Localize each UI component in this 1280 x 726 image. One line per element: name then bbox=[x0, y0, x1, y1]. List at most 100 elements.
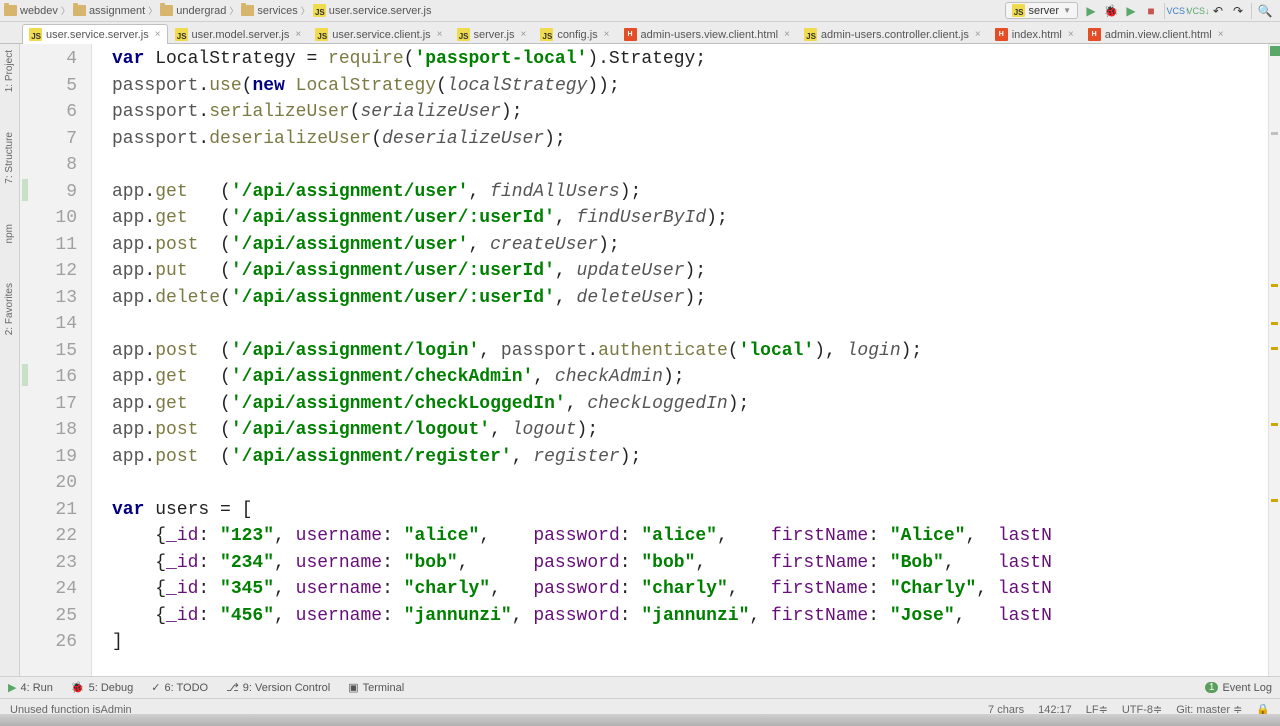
breadcrumb-item[interactable]: user.service.server.js bbox=[313, 4, 432, 17]
tab-label: admin-users.view.client.html bbox=[641, 29, 779, 41]
breadcrumb-item[interactable]: services bbox=[241, 5, 297, 17]
inspection-indicator[interactable] bbox=[1270, 46, 1280, 56]
tool-window-button[interactable]: ⎇9: Version Control bbox=[226, 681, 330, 694]
left-tool-strip: 1: Project 7: Structure npm 2: Favorites bbox=[0, 44, 20, 676]
stripe-marker[interactable] bbox=[1271, 132, 1278, 135]
line-number[interactable]: 10 bbox=[20, 205, 77, 232]
event-log-button[interactable]: 1Event Log bbox=[1205, 682, 1272, 694]
tool-window-button[interactable]: 7: Structure bbox=[4, 132, 15, 184]
editor-tab[interactable]: server.js × bbox=[450, 24, 534, 44]
line-number[interactable]: 21 bbox=[20, 497, 77, 524]
line-number[interactable]: 24 bbox=[20, 576, 77, 603]
vcs-update-button[interactable]: VCS↑ bbox=[1171, 4, 1185, 18]
editor-tab[interactable]: user.model.server.js× bbox=[168, 24, 309, 44]
gutter[interactable]: 4567891011121314151617181920212223242526 bbox=[20, 44, 92, 676]
line-number[interactable]: 6 bbox=[20, 99, 77, 126]
tool-label: 6: TODO bbox=[164, 682, 208, 694]
editor-tab[interactable]: user.service.client.js× bbox=[308, 24, 449, 44]
stop-button[interactable]: ■ bbox=[1144, 4, 1158, 18]
tool-window-button[interactable]: 1: Project bbox=[4, 50, 15, 92]
stripe-marker[interactable] bbox=[1271, 284, 1278, 287]
line-number[interactable]: 5 bbox=[20, 73, 77, 100]
js-icon bbox=[175, 28, 188, 41]
breadcrumb: webdev〉assignment〉undergrad〉services〉use… bbox=[4, 4, 1005, 17]
undo-button[interactable]: ↶ bbox=[1211, 4, 1225, 18]
tool-window-button[interactable]: npm bbox=[4, 224, 15, 243]
stripe-marker[interactable] bbox=[1271, 347, 1278, 350]
close-icon[interactable]: × bbox=[437, 29, 443, 40]
folder-icon bbox=[241, 5, 254, 16]
tool-window-button[interactable]: ▶4: Run bbox=[8, 681, 53, 694]
code-editor[interactable]: 4567891011121314151617181920212223242526… bbox=[20, 44, 1280, 676]
line-number[interactable]: 9 bbox=[20, 179, 77, 206]
line-number[interactable]: 19 bbox=[20, 444, 77, 471]
folder-icon bbox=[73, 5, 86, 16]
tool-window-button[interactable]: ▣Terminal bbox=[348, 681, 404, 694]
error-stripe[interactable] bbox=[1268, 44, 1280, 676]
change-marker[interactable] bbox=[22, 179, 28, 201]
tool-label: 5: Debug bbox=[89, 682, 134, 694]
line-number[interactable]: 13 bbox=[20, 285, 77, 312]
line-number[interactable]: 25 bbox=[20, 603, 77, 630]
run-coverage-button[interactable]: ▶ bbox=[1124, 4, 1138, 18]
close-icon[interactable]: × bbox=[604, 29, 610, 40]
line-number[interactable]: 4 bbox=[20, 46, 77, 73]
run-button[interactable]: ▶ bbox=[1084, 4, 1098, 18]
close-icon[interactable]: × bbox=[1068, 29, 1074, 40]
vcs-commit-button[interactable]: VCS↓ bbox=[1191, 4, 1205, 18]
breadcrumb-item[interactable]: undergrad bbox=[160, 5, 226, 17]
stripe-marker[interactable] bbox=[1271, 499, 1278, 502]
code-area[interactable]: var LocalStrategy = require('passport-lo… bbox=[92, 44, 1280, 676]
change-marker[interactable] bbox=[22, 364, 28, 386]
line-number[interactable]: 12 bbox=[20, 258, 77, 285]
editor-tab[interactable]: user.service.server.js × bbox=[22, 24, 168, 44]
line-number[interactable]: 8 bbox=[20, 152, 77, 179]
search-button[interactable]: 🔍 bbox=[1258, 4, 1272, 18]
tool-icon: 🐞 bbox=[71, 681, 85, 694]
close-icon[interactable]: × bbox=[784, 29, 790, 40]
editor-tab[interactable]: admin.view.client.html× bbox=[1081, 24, 1231, 44]
stripe-marker[interactable] bbox=[1271, 423, 1278, 426]
line-number[interactable]: 17 bbox=[20, 391, 77, 418]
tab-label: server.js bbox=[474, 29, 515, 41]
debug-button[interactable]: 🐞 bbox=[1104, 4, 1118, 18]
breadcrumb-item[interactable]: assignment bbox=[73, 5, 145, 17]
line-number[interactable]: 16 bbox=[20, 364, 77, 391]
line-number[interactable]: 11 bbox=[20, 232, 77, 259]
run-config-selector[interactable]: server ▼ bbox=[1005, 2, 1078, 19]
line-number[interactable]: 26 bbox=[20, 629, 77, 656]
breadcrumb-label: undergrad bbox=[176, 5, 226, 17]
chevron-right-icon: 〉 bbox=[301, 4, 310, 17]
close-icon[interactable]: × bbox=[295, 29, 301, 40]
tool-window-button[interactable]: ✓6: TODO bbox=[151, 681, 208, 694]
line-number[interactable]: 7 bbox=[20, 126, 77, 153]
close-icon[interactable]: × bbox=[1218, 29, 1224, 40]
html-icon bbox=[995, 28, 1008, 41]
stripe-marker[interactable] bbox=[1271, 322, 1278, 325]
close-icon[interactable]: × bbox=[155, 29, 161, 40]
tool-window-button[interactable]: 2: Favorites bbox=[4, 283, 15, 335]
line-number[interactable]: 23 bbox=[20, 550, 77, 577]
editor-tab[interactable]: admin-users.controller.client.js× bbox=[797, 24, 988, 44]
tool-icon: ⎇ bbox=[226, 681, 239, 694]
editor-tab[interactable]: config.js× bbox=[533, 24, 616, 44]
folder-icon bbox=[160, 5, 173, 16]
close-icon[interactable]: × bbox=[520, 29, 526, 40]
redo-button[interactable]: ↷ bbox=[1231, 4, 1245, 18]
run-config-label: server bbox=[1029, 5, 1060, 17]
breadcrumb-item[interactable]: webdev bbox=[4, 5, 58, 17]
js-icon bbox=[313, 4, 326, 17]
editor-tab[interactable]: admin-users.view.client.html × bbox=[617, 24, 797, 44]
line-number[interactable]: 22 bbox=[20, 523, 77, 550]
tool-icon: ▶ bbox=[8, 681, 16, 694]
line-number[interactable]: 18 bbox=[20, 417, 77, 444]
tool-window-button[interactable]: 🐞 5: Debug bbox=[71, 681, 133, 694]
editor-tab[interactable]: index.html× bbox=[988, 24, 1081, 44]
line-number[interactable]: 15 bbox=[20, 338, 77, 365]
html-icon bbox=[1088, 28, 1101, 41]
close-icon[interactable]: × bbox=[975, 29, 981, 40]
line-number[interactable]: 20 bbox=[20, 470, 77, 497]
separator bbox=[1164, 3, 1165, 19]
line-number[interactable]: 14 bbox=[20, 311, 77, 338]
tab-label: user.service.server.js bbox=[46, 29, 149, 41]
